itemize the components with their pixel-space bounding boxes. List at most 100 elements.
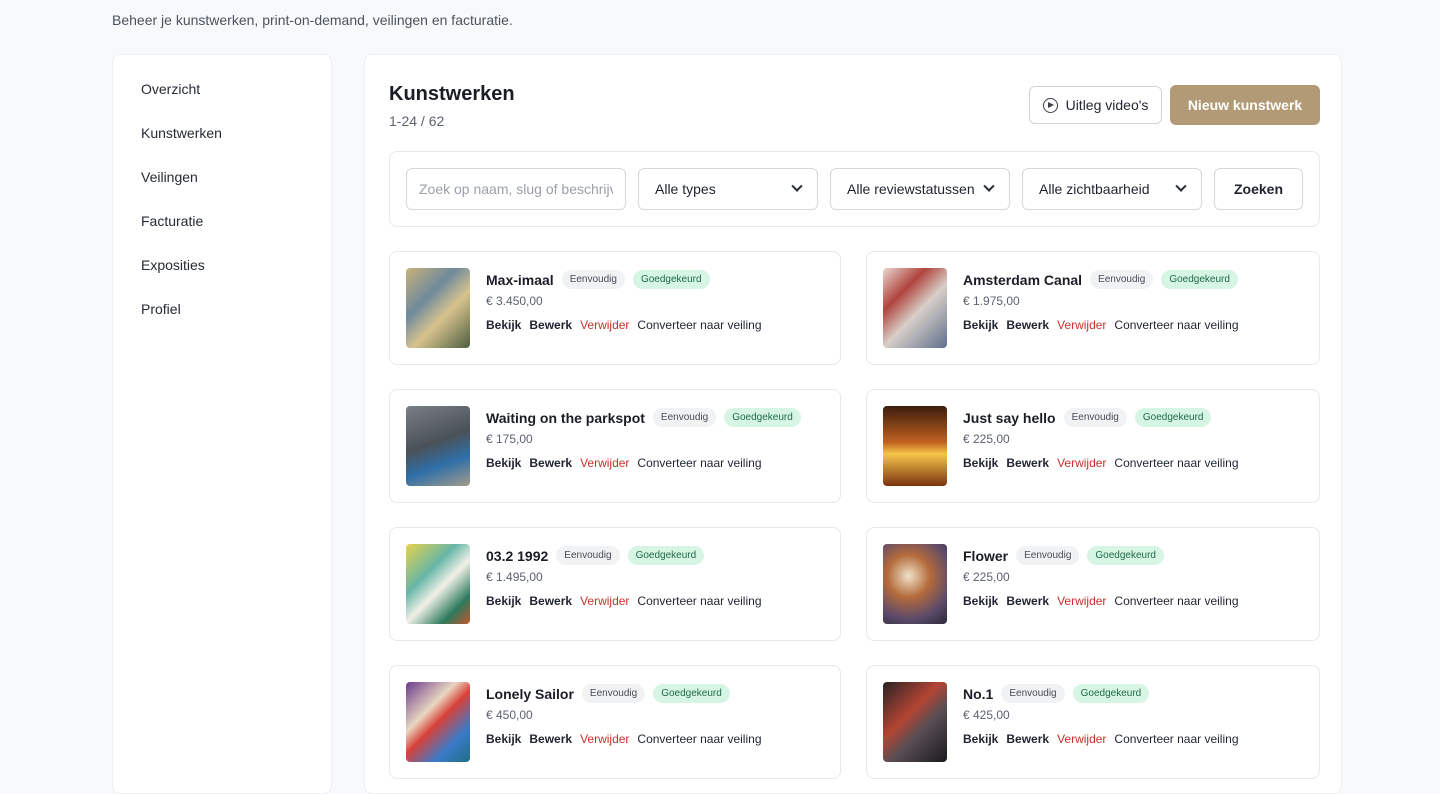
- view-link[interactable]: Bekijk: [486, 732, 521, 746]
- status-badge: Goedgekeurd: [1161, 270, 1238, 289]
- edit-link[interactable]: Bewerk: [1006, 318, 1049, 332]
- delete-link[interactable]: Verwijder: [1057, 732, 1106, 746]
- review-status-select[interactable]: Alle reviewstatussen: [830, 168, 1010, 210]
- explain-videos-label: Uitleg video's: [1065, 97, 1149, 113]
- type-badge: Eenvoudig: [1016, 546, 1080, 565]
- type-badge: Eenvoudig: [1001, 684, 1065, 703]
- chevron-down-icon: [791, 180, 803, 192]
- view-link[interactable]: Bekijk: [486, 456, 521, 470]
- view-link[interactable]: Bekijk: [486, 318, 521, 332]
- sidebar-item-profiel[interactable]: Profiel: [113, 297, 331, 341]
- edit-link[interactable]: Bewerk: [529, 732, 572, 746]
- artwork-price: € 425,00: [963, 708, 1010, 722]
- artwork-actions: Bekijk Bewerk Verwijder Converteer naar …: [486, 732, 762, 746]
- artwork-name: Max-imaal: [486, 271, 554, 288]
- artwork-thumbnail[interactable]: [883, 406, 947, 486]
- status-badge: Goedgekeurd: [724, 408, 801, 427]
- pagination-count: 1-24 / 62: [389, 113, 445, 129]
- status-badge: Goedgekeurd: [632, 270, 710, 289]
- delete-link[interactable]: Verwijder: [1057, 594, 1106, 608]
- type-badge: Eenvoudig: [561, 270, 625, 289]
- edit-link[interactable]: Bewerk: [529, 318, 572, 332]
- delete-link[interactable]: Verwijder: [580, 456, 629, 470]
- edit-link[interactable]: Bewerk: [529, 456, 572, 470]
- type-badge: Eenvoudig: [556, 546, 620, 565]
- artwork-card: Max-imaal Eenvoudig Goedgekeurd € 3.450,…: [389, 251, 841, 365]
- chevron-down-icon: [1175, 180, 1187, 192]
- status-badge: Goedgekeurd: [1134, 408, 1212, 427]
- search-input[interactable]: [406, 168, 626, 210]
- status-badge: Goedgekeurd: [1072, 684, 1150, 703]
- type-badge: Eenvoudig: [581, 684, 646, 703]
- edit-link[interactable]: Bewerk: [1006, 594, 1049, 608]
- delete-link[interactable]: Verwijder: [580, 594, 629, 608]
- artwork-actions: Bekijk Bewerk Verwijder Converteer naar …: [486, 318, 762, 332]
- artwork-actions: Bekijk Bewerk Verwijder Converteer naar …: [963, 456, 1239, 470]
- search-button[interactable]: Zoeken: [1214, 168, 1303, 210]
- artwork-actions: Bekijk Bewerk Verwijder Converteer naar …: [963, 732, 1239, 746]
- convert-to-auction-link[interactable]: Converteer naar veiling: [637, 318, 761, 332]
- sidebar-item-exposities[interactable]: Exposities: [113, 253, 331, 297]
- artwork-actions: Bekijk Bewerk Verwijder Converteer naar …: [963, 594, 1239, 608]
- sidebar-item-veilingen[interactable]: Veilingen: [113, 165, 331, 209]
- type-select-value: Alle types: [655, 181, 716, 197]
- convert-to-auction-link[interactable]: Converteer naar veiling: [1114, 456, 1238, 470]
- delete-link[interactable]: Verwijder: [1057, 318, 1106, 332]
- sidebar: Overzicht Kunstwerken Veilingen Facturat…: [112, 54, 332, 794]
- view-link[interactable]: Bekijk: [486, 594, 521, 608]
- artwork-actions: Bekijk Bewerk Verwijder Converteer naar …: [486, 594, 762, 608]
- artwork-actions: Bekijk Bewerk Verwijder Converteer naar …: [486, 456, 762, 470]
- artwork-name: Amsterdam Canal: [963, 271, 1083, 288]
- play-circle-icon: [1042, 97, 1058, 113]
- edit-link[interactable]: Bewerk: [1006, 456, 1049, 470]
- artwork-thumbnail[interactable]: [406, 406, 470, 486]
- convert-to-auction-link[interactable]: Converteer naar veiling: [637, 456, 761, 470]
- artwork-name: Lonely Sailor: [486, 685, 574, 702]
- convert-to-auction-link[interactable]: Converteer naar veiling: [1114, 318, 1238, 332]
- status-badge: Goedgekeurd: [1087, 546, 1164, 565]
- page-title: Kunstwerken: [389, 83, 515, 105]
- artwork-price: € 1.495,00: [486, 570, 543, 584]
- visibility-select[interactable]: Alle zichtbaarheid: [1022, 168, 1202, 210]
- delete-link[interactable]: Verwijder: [1057, 456, 1106, 470]
- status-badge: Goedgekeurd: [627, 546, 705, 565]
- type-badge: Eenvoudig: [652, 408, 717, 427]
- artwork-thumbnail[interactable]: [883, 544, 947, 624]
- view-link[interactable]: Bekijk: [963, 318, 998, 332]
- artwork-card: Lonely Sailor Eenvoudig Goedgekeurd € 45…: [389, 665, 841, 779]
- artwork-card: No.1 Eenvoudig Goedgekeurd € 425,00 Beki…: [866, 665, 1320, 779]
- view-link[interactable]: Bekijk: [963, 594, 998, 608]
- convert-to-auction-link[interactable]: Converteer naar veiling: [637, 732, 761, 746]
- artwork-price: € 225,00: [963, 570, 1010, 584]
- sidebar-item-facturatie[interactable]: Facturatie: [113, 209, 331, 253]
- sidebar-item-overzicht[interactable]: Overzicht: [113, 77, 331, 121]
- view-link[interactable]: Bekijk: [963, 732, 998, 746]
- artwork-name: 03.2 1992: [486, 547, 549, 564]
- delete-link[interactable]: Verwijder: [580, 732, 629, 746]
- sidebar-item-kunstwerken[interactable]: Kunstwerken: [113, 121, 331, 165]
- artwork-thumbnail[interactable]: [406, 682, 470, 762]
- artwork-thumbnail[interactable]: [883, 682, 947, 762]
- artwork-price: € 450,00: [486, 708, 533, 722]
- artwork-thumbnail[interactable]: [406, 268, 470, 348]
- artwork-card: 03.2 1992 Eenvoudig Goedgekeurd € 1.495,…: [389, 527, 841, 641]
- type-badge: Eenvoudig: [1090, 270, 1154, 289]
- artwork-card: Flower Eenvoudig Goedgekeurd € 225,00 Be…: [866, 527, 1320, 641]
- convert-to-auction-link[interactable]: Converteer naar veiling: [1114, 594, 1238, 608]
- edit-link[interactable]: Bewerk: [529, 594, 572, 608]
- artwork-actions: Bekijk Bewerk Verwijder Converteer naar …: [963, 318, 1239, 332]
- type-select[interactable]: Alle types: [638, 168, 818, 210]
- artwork-thumbnail[interactable]: [883, 268, 947, 348]
- view-link[interactable]: Bekijk: [963, 456, 998, 470]
- convert-to-auction-link[interactable]: Converteer naar veiling: [637, 594, 761, 608]
- convert-to-auction-link[interactable]: Converteer naar veiling: [1114, 732, 1238, 746]
- explain-videos-button[interactable]: Uitleg video's: [1029, 86, 1162, 124]
- artwork-price: € 3.450,00: [486, 294, 543, 308]
- new-artwork-button[interactable]: Nieuw kunstwerk: [1170, 85, 1320, 125]
- edit-link[interactable]: Bewerk: [1006, 732, 1049, 746]
- type-badge: Eenvoudig: [1063, 408, 1127, 427]
- artwork-thumbnail[interactable]: [406, 544, 470, 624]
- artwork-card: Waiting on the parkspot Eenvoudig Goedge…: [389, 389, 841, 503]
- delete-link[interactable]: Verwijder: [580, 318, 629, 332]
- artwork-price: € 1.975,00: [963, 294, 1020, 308]
